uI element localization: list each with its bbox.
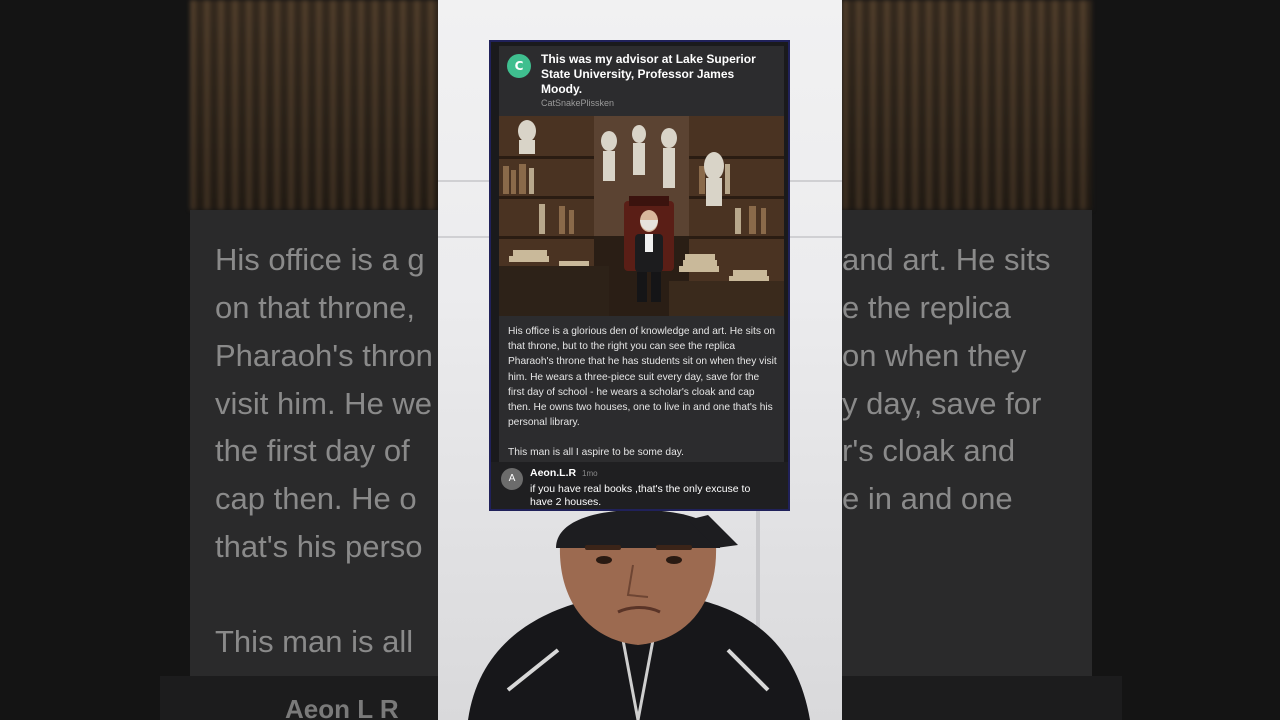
- commenter-avatar: A: [501, 468, 523, 490]
- post-paragraph: This man is all I aspire to be some day.: [508, 447, 684, 459]
- blurred-text-line: His office is a g: [215, 242, 425, 277]
- post-body: His office is a glorious den of knowledg…: [508, 324, 778, 461]
- post-paragraph: His office is a glorious den of knowledg…: [508, 326, 777, 429]
- blurred-comment-bar-left: Aeon L R: [160, 676, 438, 720]
- blurred-text-line: e in and one: [842, 481, 1013, 516]
- blurred-text-line: and art. He sits: [842, 242, 1051, 277]
- author-avatar: C: [507, 54, 531, 78]
- blurred-username: Aeon L R: [285, 694, 399, 720]
- blurred-text-line: Pharaoh's thron: [215, 338, 433, 373]
- blurred-text-line: This man is all: [215, 624, 414, 659]
- blurred-text-line: r's cloak and: [842, 433, 1016, 468]
- post-title: This was my advisor at Lake Superior Sta…: [541, 52, 756, 96]
- blurred-text-line: that's his perso: [215, 529, 423, 564]
- blurred-text-line: visit him. He we: [215, 386, 433, 421]
- post: C This was my advisor at Lake Superior S…: [499, 46, 784, 462]
- post-author: CatSnakePlissken: [541, 98, 615, 108]
- blurred-background-left: His office is a g on that throne, Pharao…: [0, 0, 438, 720]
- blurred-text-line: y day, save for: [842, 386, 1042, 421]
- blurred-text-line: e the replica: [842, 290, 1011, 325]
- post-photo: [499, 116, 784, 316]
- commenter-username: Aeon.L.R: [530, 467, 577, 479]
- blurred-photo-left: [190, 0, 438, 210]
- blurred-text-line: the first day of: [215, 433, 410, 468]
- blurred-comment-bar-right: [842, 676, 1122, 720]
- comment-text: if you have real books ,that's the only …: [530, 483, 751, 508]
- blurred-text-line: on that throne,: [215, 290, 415, 325]
- blurred-photo-right: [842, 0, 1092, 210]
- blurred-text-line: on when they: [842, 338, 1027, 373]
- blurred-background-right: and art. He sits e the replica on when t…: [842, 0, 1280, 720]
- reddit-screenshot-card: C This was my advisor at Lake Superior S…: [489, 40, 790, 511]
- comment: A Aeon.L.R 1mo if you have real books ,t…: [491, 462, 788, 509]
- comment-timestamp: 1mo: [582, 469, 598, 478]
- blurred-text-line: cap then. He o: [215, 481, 417, 516]
